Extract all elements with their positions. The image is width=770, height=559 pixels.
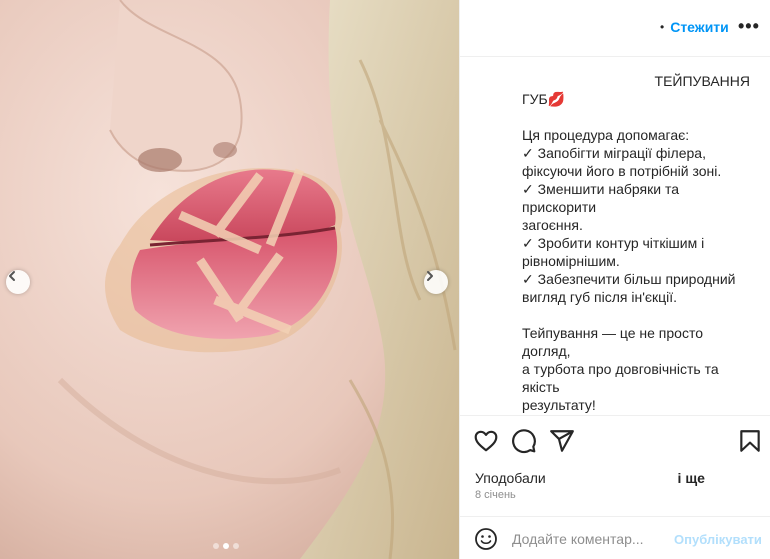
- caption-line: а турбота про довговічність та якість: [522, 361, 719, 395]
- like-button[interactable]: [473, 428, 499, 454]
- carousel-next-button[interactable]: [424, 270, 448, 294]
- comment-divider: [460, 516, 770, 517]
- carousel-prev-button[interactable]: [6, 270, 30, 294]
- caption-line: ✓ Зменшити набряки та прискорити: [522, 181, 680, 215]
- comment-input[interactable]: [512, 530, 682, 548]
- header-divider: [460, 56, 770, 57]
- save-button[interactable]: [737, 428, 763, 454]
- follow-group: • Стежити: [660, 19, 729, 35]
- caption-title: ТЕЙПУВАННЯ: [654, 73, 750, 89]
- caption-title-cont: ГУБ💋: [522, 91, 566, 107]
- post-caption: ТЕЙПУВАННЯ ГУБ💋 Ця процедура допомагає: ✓…: [522, 72, 750, 415]
- caption-line: [522, 306, 750, 324]
- more-options-button[interactable]: •••: [738, 16, 760, 37]
- follow-button[interactable]: Стежити: [670, 19, 729, 35]
- caption-line: рівномірнішим.: [522, 253, 620, 269]
- post-image[interactable]: [0, 0, 459, 559]
- chevron-left-icon: [9, 271, 15, 281]
- comment-icon: [512, 429, 536, 453]
- share-button[interactable]: [549, 428, 575, 454]
- publish-button[interactable]: Опублікувати: [674, 532, 762, 547]
- caption-line: Ця процедура допомагає:: [522, 127, 690, 143]
- caption-line: результату!: [522, 397, 596, 413]
- likes-others-link[interactable]: і ще: [678, 470, 705, 486]
- caption-line: ✓ Запобігти міграції філера,: [522, 145, 706, 161]
- comment-button[interactable]: [511, 428, 537, 454]
- post-header: • Стежити •••: [460, 0, 770, 55]
- bookmark-icon: [740, 430, 760, 452]
- carousel-dot: [233, 543, 239, 549]
- share-icon: [550, 430, 574, 452]
- likes-summary[interactable]: Уподобали і ще: [475, 470, 705, 486]
- caption-line: ✓ Забезпечити більш природний: [522, 271, 736, 287]
- caption-line: ✓ Зробити контур чіткішим і: [522, 235, 705, 251]
- likes-prefix: Уподобали: [475, 470, 550, 486]
- caption-line: фіксуючи його в потрібній зоні.: [522, 163, 722, 179]
- emoji-icon: [475, 528, 497, 550]
- carousel-dot: [213, 543, 219, 549]
- post-details-panel: • Стежити ••• ТЕЙПУВАННЯ ГУБ💋 Ця процеду…: [459, 0, 770, 559]
- caption-body: Ця процедура допомагає: ✓ Запобігти мігра…: [522, 108, 750, 415]
- caption-line: [522, 108, 750, 126]
- post-photo-illustration: [0, 0, 459, 559]
- chevron-right-icon: [427, 271, 433, 281]
- post-actions: [460, 428, 770, 458]
- post-date[interactable]: 8 січень: [475, 489, 516, 501]
- carousel-indicator: [213, 543, 239, 549]
- caption-line: Тейпування — це не просто догляд,: [522, 325, 703, 359]
- carousel-dot-active: [223, 543, 229, 549]
- caption-line: вигляд губ після ін'єкції.: [522, 289, 678, 305]
- header-separator: •: [660, 20, 665, 34]
- emoji-button[interactable]: [474, 527, 498, 551]
- caption-line: загоєння.: [522, 217, 583, 233]
- actions-divider: [460, 415, 770, 416]
- heart-icon: [474, 430, 498, 452]
